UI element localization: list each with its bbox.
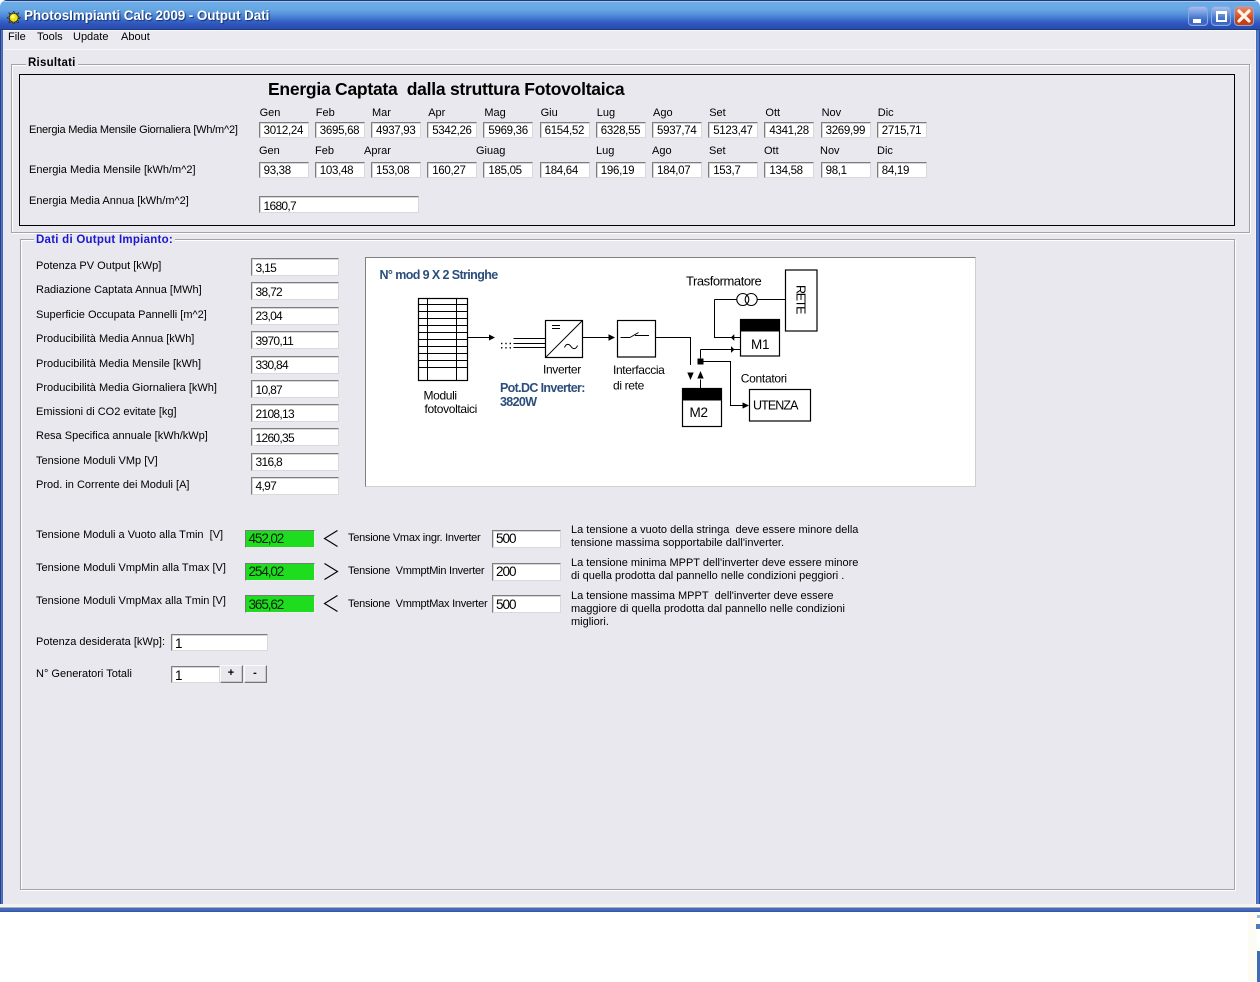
svg-text:Interfaccia: Interfaccia xyxy=(613,363,665,377)
svg-text:Inverter: Inverter xyxy=(543,363,581,377)
svg-text:UTENZA: UTENZA xyxy=(753,399,799,413)
svg-text:M2: M2 xyxy=(690,405,708,420)
svg-text:M1: M1 xyxy=(751,337,769,352)
svg-text:di rete: di rete xyxy=(613,379,645,393)
svg-text:Contatori: Contatori xyxy=(741,372,787,386)
svg-text:Trasformatore: Trasformatore xyxy=(686,274,762,289)
svg-text:RETE: RETE xyxy=(793,285,807,314)
svg-text:3820W: 3820W xyxy=(500,395,537,409)
svg-text:Pot.DC Inverter:: Pot.DC Inverter: xyxy=(500,381,585,395)
svg-text:N° mod 9 X 2 Stringhe: N° mod 9 X 2 Stringhe xyxy=(380,268,499,282)
svg-text:fotovoltaici: fotovoltaici xyxy=(425,402,478,416)
svg-text:Moduli: Moduli xyxy=(424,389,457,403)
